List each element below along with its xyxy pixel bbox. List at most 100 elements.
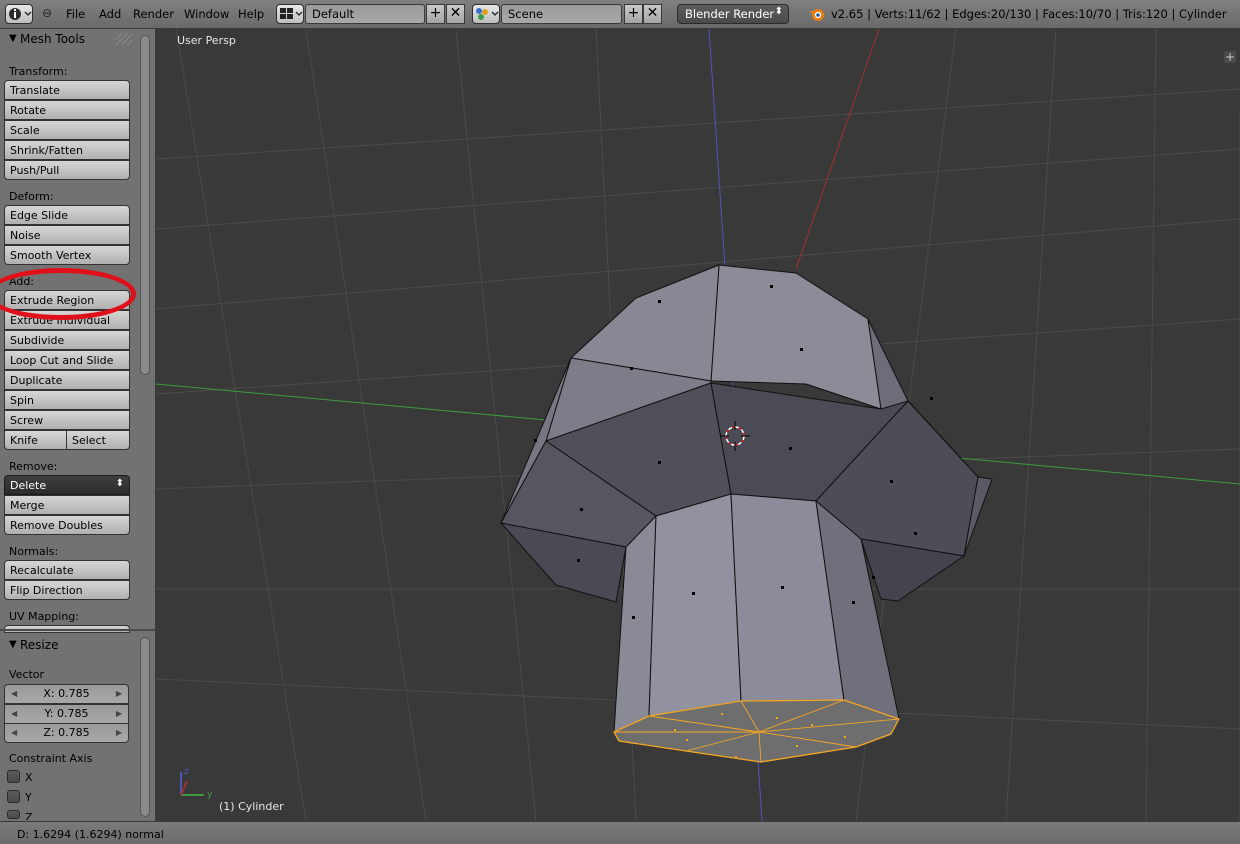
delete-scene-button[interactable]: ✕	[643, 4, 662, 24]
toolshelf-scrollbar[interactable]	[140, 35, 150, 375]
resize-panel-header[interactable]: ▼ Resize	[0, 635, 140, 657]
add-scene-button[interactable]: +	[624, 4, 643, 24]
screen-layout-browse-button[interactable]	[276, 4, 304, 24]
delete-menu-button[interactable]: Delete ⬍	[4, 475, 130, 495]
scene-browse-button[interactable]	[472, 4, 500, 24]
close-icon: ✕	[449, 5, 462, 21]
subdivide-button[interactable]: Subdivide	[4, 330, 130, 350]
spin-button[interactable]: Spin	[4, 390, 130, 410]
push-pull-button[interactable]: Push/Pull	[4, 160, 130, 180]
active-object-label: (1) Cylinder	[219, 800, 284, 813]
updown-arrows-icon: ⬍	[115, 478, 124, 489]
merge-button[interactable]: Merge	[4, 495, 130, 515]
scene-icon	[476, 8, 499, 20]
drag-grip-icon[interactable]	[116, 33, 132, 45]
add-screen-button[interactable]: +	[426, 4, 445, 24]
vector-x-field[interactable]: ◀ X: 0.785 ▶	[4, 684, 129, 704]
menu-file[interactable]: File	[66, 7, 85, 21]
scene-statistics: v2.65 | Verts:11/62 | Edges:20/130 | Fac…	[831, 7, 1227, 21]
panel-title: Mesh Tools	[20, 32, 85, 46]
updown-arrows-icon: ⬍	[774, 6, 783, 17]
menu-help[interactable]: Help	[238, 7, 264, 21]
operator-status-text: D: 1.6294 (1.6294) normal	[17, 828, 164, 841]
layout-grid-icon	[280, 8, 303, 19]
constraint-z-checkbox[interactable]	[7, 810, 20, 819]
left-arrow-icon[interactable]: ◀	[11, 685, 17, 702]
remove-label: Remove:	[9, 460, 58, 473]
edge-slide-button[interactable]: Edge Slide	[4, 205, 130, 225]
status-bar: D: 1.6294 (1.6294) normal	[0, 821, 1240, 844]
mesh-tools-panel-header[interactable]: ▼ Mesh Tools	[0, 29, 140, 51]
constraint-axis-label: Constraint Axis	[9, 752, 93, 765]
uv-mapping-label: UV Mapping:	[9, 610, 79, 623]
tool-shelf: ▼ Mesh Tools Transform: Translate Rotate…	[0, 29, 156, 821]
delete-screen-button[interactable]: ✕	[446, 4, 465, 24]
menu-render[interactable]: Render	[133, 7, 174, 21]
extrude-region-button[interactable]: Extrude Region	[4, 290, 130, 310]
translate-button[interactable]: Translate	[4, 80, 130, 100]
collapse-menu-icon[interactable]: ⊖	[42, 6, 52, 20]
svg-text:z: z	[184, 767, 189, 777]
transform-label: Transform:	[9, 65, 68, 78]
cylinder-mesh[interactable]	[500, 264, 993, 763]
3d-viewport[interactable]: z y User Persp (1) Cylinder +	[156, 29, 1240, 821]
vector-label: Vector	[9, 668, 45, 681]
constraint-x-checkbox[interactable]	[7, 770, 20, 783]
menu-window[interactable]: Window	[184, 7, 229, 21]
knife-select-button[interactable]: Select	[66, 430, 130, 450]
axis-orientation-icon: z y	[180, 767, 213, 800]
constraint-z-label: Z	[25, 811, 33, 820]
deform-label: Deform:	[9, 190, 54, 203]
expand-triangle-icon: ▼	[9, 639, 17, 650]
delete-label: Delete	[10, 479, 47, 492]
constraint-y-label: Y	[25, 791, 32, 804]
expand-triangle-icon: ▼	[9, 33, 17, 44]
remove-doubles-button[interactable]: Remove Doubles	[4, 515, 130, 535]
knife-button[interactable]: Knife	[4, 430, 67, 450]
operator-scrollbar[interactable]	[140, 637, 150, 817]
render-engine-dropdown[interactable]: Blender Render ⬍	[677, 4, 789, 24]
vector-y-field[interactable]: ◀ Y: 0.785 ▶	[4, 704, 129, 724]
region-divider[interactable]	[0, 629, 155, 631]
screen-layout-field[interactable]: Default	[305, 4, 425, 24]
right-arrow-icon[interactable]: ▶	[116, 685, 122, 702]
vector-y-value: Y: 0.785	[44, 707, 89, 720]
info-header: ⊖ File Add Render Window Help Default + …	[0, 0, 1240, 29]
menu-add[interactable]: Add	[99, 7, 121, 21]
plus-icon: +	[627, 5, 640, 21]
viewport-canvas[interactable]: z y	[156, 29, 1240, 821]
extrude-individual-button[interactable]: Extrude Individual	[4, 310, 130, 330]
add-label: Add:	[9, 275, 35, 288]
close-icon: ✕	[646, 5, 659, 21]
noise-button[interactable]: Noise	[4, 225, 130, 245]
editor-type-button[interactable]	[5, 4, 33, 24]
blender-logo-icon	[809, 9, 824, 21]
svg-text:y: y	[207, 790, 213, 800]
right-arrow-icon[interactable]: ▶	[116, 705, 122, 722]
vector-z-value: Z: 0.785	[43, 726, 90, 739]
scale-button[interactable]: Scale	[4, 120, 130, 140]
flip-direction-button[interactable]: Flip Direction	[4, 580, 130, 600]
shrink-fatten-button[interactable]: Shrink/Fatten	[4, 140, 130, 160]
render-engine-label: Blender Render	[685, 7, 775, 21]
view-label: User Persp	[177, 34, 236, 47]
right-arrow-icon[interactable]: ▶	[116, 724, 122, 741]
x-axis-line	[795, 29, 880, 270]
left-arrow-icon[interactable]: ◀	[11, 724, 17, 741]
smooth-vertex-button[interactable]: Smooth Vertex	[4, 245, 130, 265]
panel-title: Resize	[20, 638, 59, 652]
left-arrow-icon[interactable]: ◀	[11, 705, 17, 722]
plus-icon: +	[429, 5, 442, 21]
loop-cut-slide-button[interactable]: Loop Cut and Slide	[4, 350, 130, 370]
vector-z-field[interactable]: ◀ Z: 0.785 ▶	[4, 723, 129, 743]
toggle-properties-icon[interactable]: +	[1224, 51, 1236, 63]
constraint-x-label: X	[25, 771, 33, 784]
constraint-y-checkbox[interactable]	[7, 790, 20, 803]
recalculate-button[interactable]: Recalculate	[4, 560, 130, 580]
vector-x-value: X: 0.785	[43, 687, 90, 700]
screw-button[interactable]: Screw	[4, 410, 130, 430]
duplicate-button[interactable]: Duplicate	[4, 370, 130, 390]
rotate-button[interactable]: Rotate	[4, 100, 130, 120]
normals-label: Normals:	[9, 545, 59, 558]
scene-field[interactable]: Scene	[501, 4, 622, 24]
